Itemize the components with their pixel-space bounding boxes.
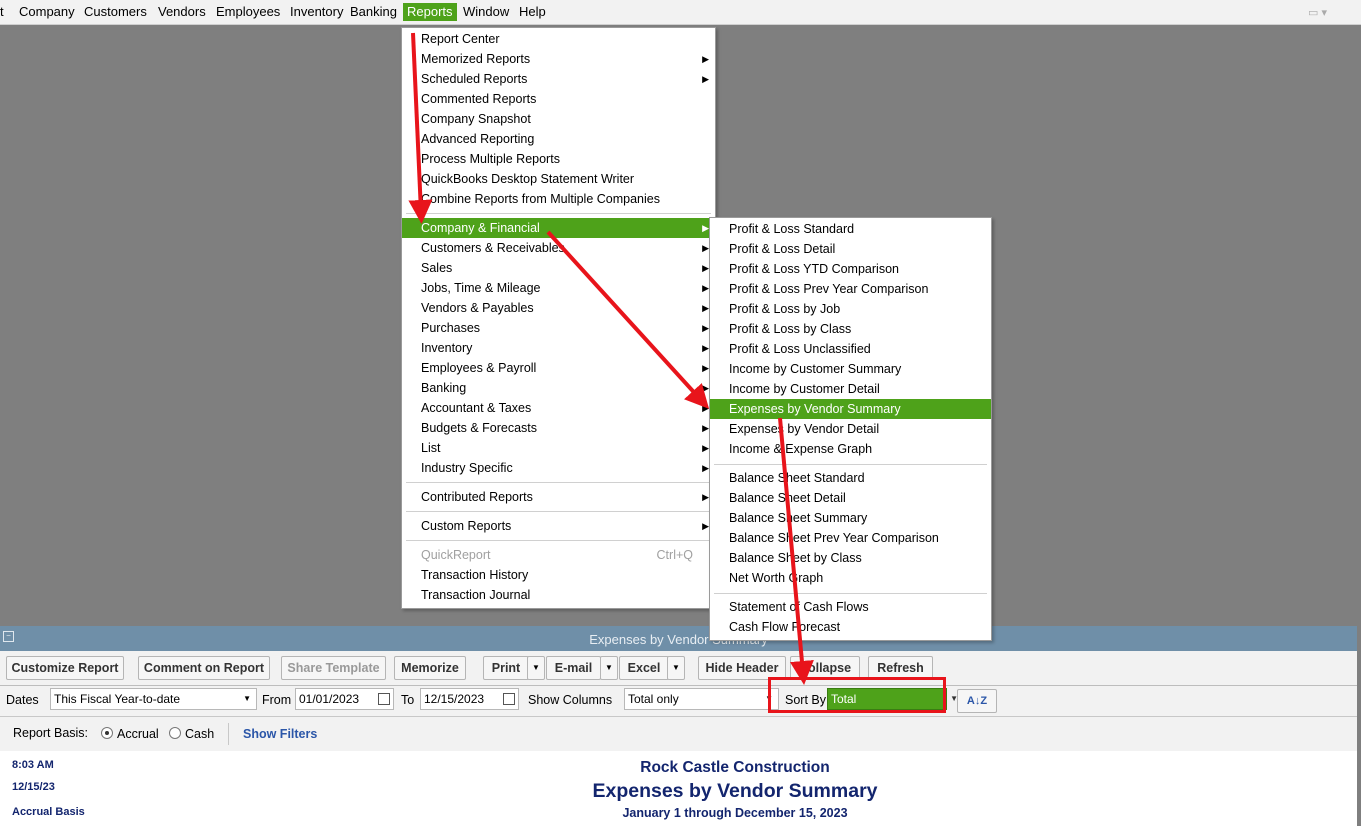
arrow-to-company-financial <box>408 32 433 224</box>
annotation-arrows <box>408 32 814 685</box>
arrow-to-expenses-by-vendor <box>546 230 710 409</box>
arrow-to-sort-by <box>778 417 814 685</box>
